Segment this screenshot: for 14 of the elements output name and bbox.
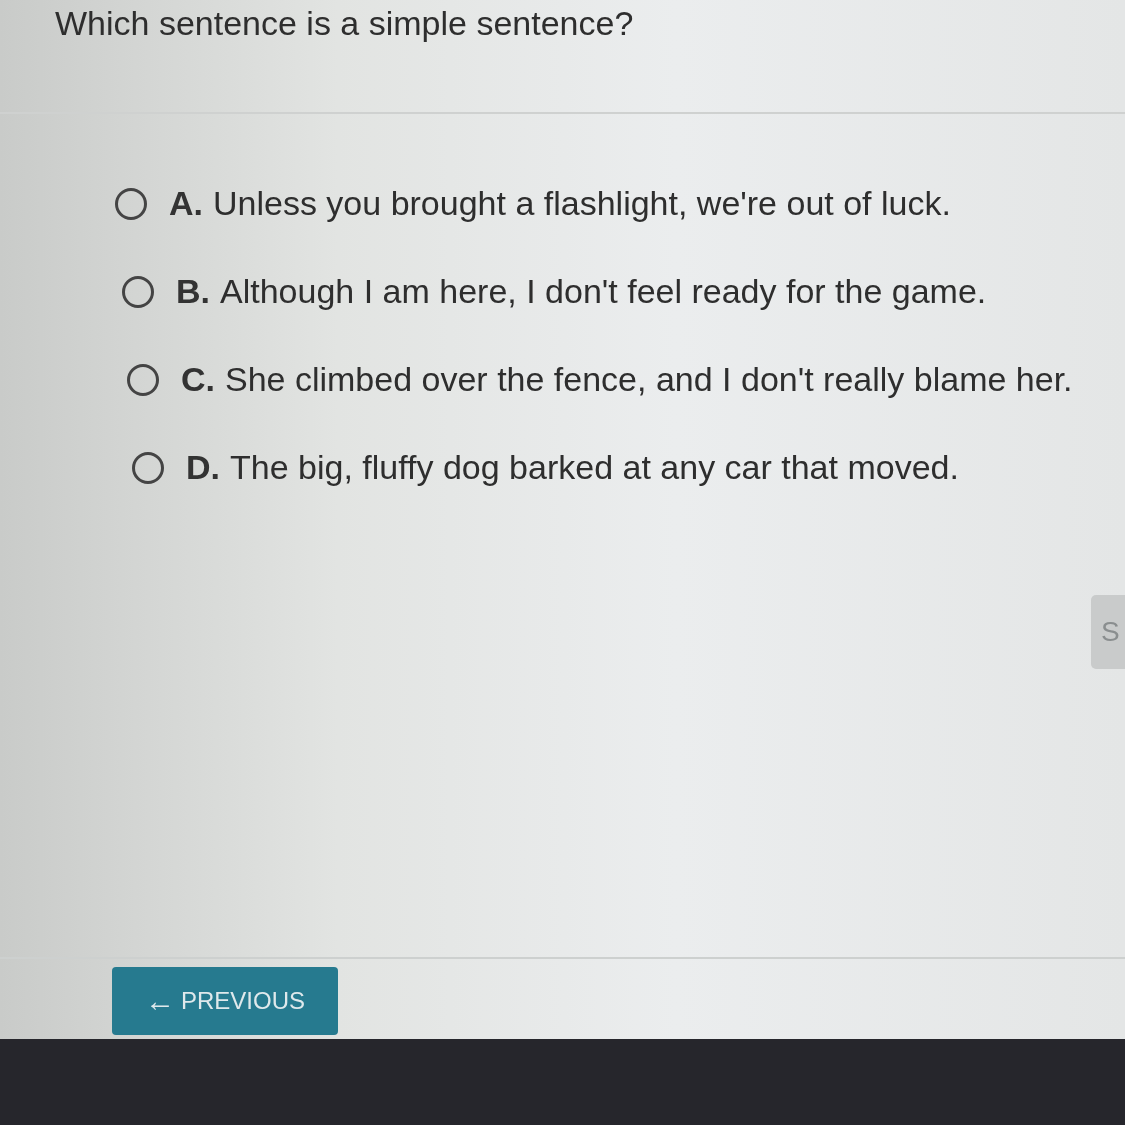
question-text: Which sentence is a simple sentence?	[55, 3, 635, 43]
radio-button[interactable]	[127, 363, 159, 396]
option-text[interactable]: She climbed over the fence, and I don't really blame her.	[225, 360, 1073, 399]
option-letter: B.	[176, 272, 210, 311]
option-letter: C.	[181, 360, 215, 399]
previous-button[interactable]: ← PREVIOUS	[112, 967, 338, 1035]
option-text[interactable]: The big, fluffy dog barked at any car that moved.	[230, 448, 959, 487]
radio-button[interactable]	[132, 451, 164, 484]
option-text[interactable]: Unless you brought a flashlight, we're out of luck.	[213, 184, 951, 223]
option-letter: D.	[186, 448, 220, 487]
radio-button[interactable]	[115, 187, 147, 220]
option-text[interactable]: Although I am here, I don't feel ready for the game.	[220, 272, 987, 311]
option-letter: A.	[169, 184, 203, 223]
radio-button[interactable]	[122, 275, 154, 308]
